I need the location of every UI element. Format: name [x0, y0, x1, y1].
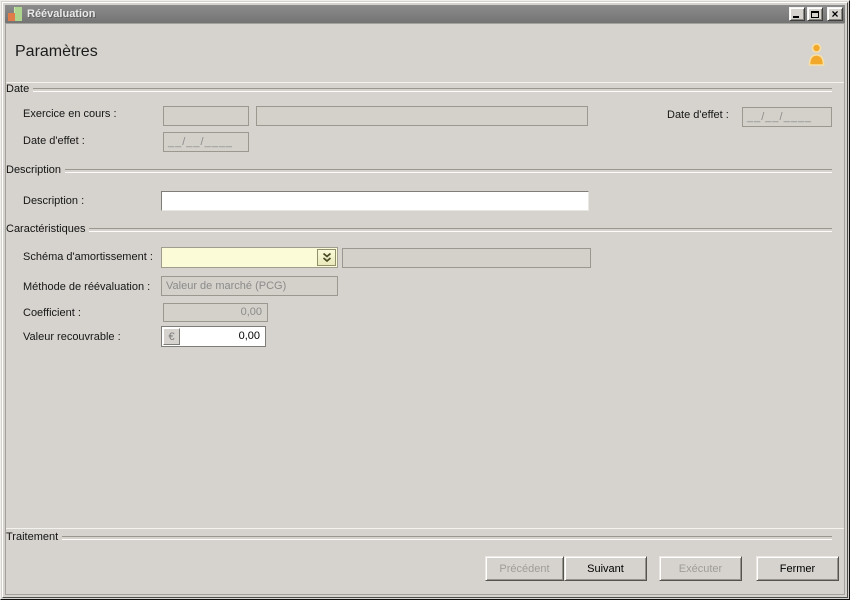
- exercice-code-field: [163, 106, 249, 126]
- schema-amortissement-label: Schéma d'amortissement :: [23, 251, 153, 263]
- app-icon-orange-bar: [8, 12, 15, 21]
- app-icon-green-bar: [14, 6, 22, 21]
- euro-icon: €: [168, 330, 175, 343]
- close-button[interactable]: ×: [827, 7, 843, 21]
- caracteristiques-legend-line: [89, 228, 832, 232]
- description-legend-line: [65, 169, 832, 173]
- coefficient-field: 0,00: [163, 303, 268, 322]
- traitement-legend-label: Traitement: [6, 531, 59, 543]
- maximize-button[interactable]: [807, 7, 823, 21]
- minimize-icon: [792, 16, 799, 18]
- precedent-button: Précédent: [485, 556, 564, 581]
- date-effet-label: Date d'effet :: [23, 135, 85, 147]
- valeur-recouvrable-field[interactable]: € 0,00: [161, 326, 266, 347]
- minimize-button[interactable]: [789, 7, 805, 21]
- valeur-recouvrable-label: Valeur recouvrable :: [23, 331, 121, 343]
- date-legend-label: Date: [6, 83, 30, 95]
- coefficient-label: Coefficient :: [23, 307, 81, 319]
- close-icon: ×: [831, 7, 839, 21]
- window-title: Réévaluation: [27, 8, 96, 20]
- caracteristiques-legend-label: Caractéristiques: [6, 223, 86, 235]
- exercice-en-cours-label: Exercice en cours :: [23, 108, 117, 120]
- schema-amortissement-combobox[interactable]: [161, 247, 338, 268]
- app-bar-chart-icon: [8, 6, 22, 22]
- reevaluation-window: Réévaluation × Paramètres Date Exercice …: [0, 0, 850, 600]
- description-legend-label: Description: [6, 164, 62, 176]
- date-group-legend: Date: [6, 83, 832, 95]
- caracteristiques-group-legend: Caractéristiques: [6, 223, 832, 235]
- double-chevron-down-icon: [322, 252, 331, 262]
- schema-combobox-value: [162, 252, 166, 264]
- titlebar[interactable]: Réévaluation ×: [5, 5, 845, 23]
- date-legend-line: [33, 88, 832, 92]
- description-input[interactable]: [161, 191, 589, 211]
- euro-currency-button[interactable]: €: [163, 328, 180, 345]
- traitement-group-legend: Traitement: [6, 531, 832, 543]
- person-icon: [805, 42, 827, 68]
- description-label: Description :: [23, 195, 85, 207]
- description-group-legend: Description: [6, 164, 832, 176]
- traitement-legend-line: [62, 536, 832, 540]
- methode-reevaluation-field: Valeur de marché (PCG): [161, 276, 338, 296]
- date-effet-field[interactable]: __/__/____: [163, 132, 249, 152]
- methode-reevaluation-label: Méthode de réévaluation :: [23, 281, 151, 293]
- date-effet-right-label: Date d'effet :: [667, 109, 729, 121]
- fermer-button[interactable]: Fermer: [756, 556, 839, 581]
- suivant-button[interactable]: Suivant: [564, 556, 647, 581]
- executer-button: Exécuter: [659, 556, 742, 581]
- exercice-libelle-field: [256, 106, 588, 126]
- valeur-recouvrable-value: 0,00: [238, 330, 260, 342]
- window-controls: ×: [789, 7, 843, 21]
- schema-detail-field: [342, 248, 591, 268]
- combobox-dropdown-button[interactable]: [317, 249, 336, 266]
- maximize-icon: [811, 10, 819, 18]
- date-effet-right-field[interactable]: __/__/____: [742, 107, 832, 127]
- page-title: Paramètres: [15, 43, 98, 60]
- footer-separator: [6, 528, 844, 529]
